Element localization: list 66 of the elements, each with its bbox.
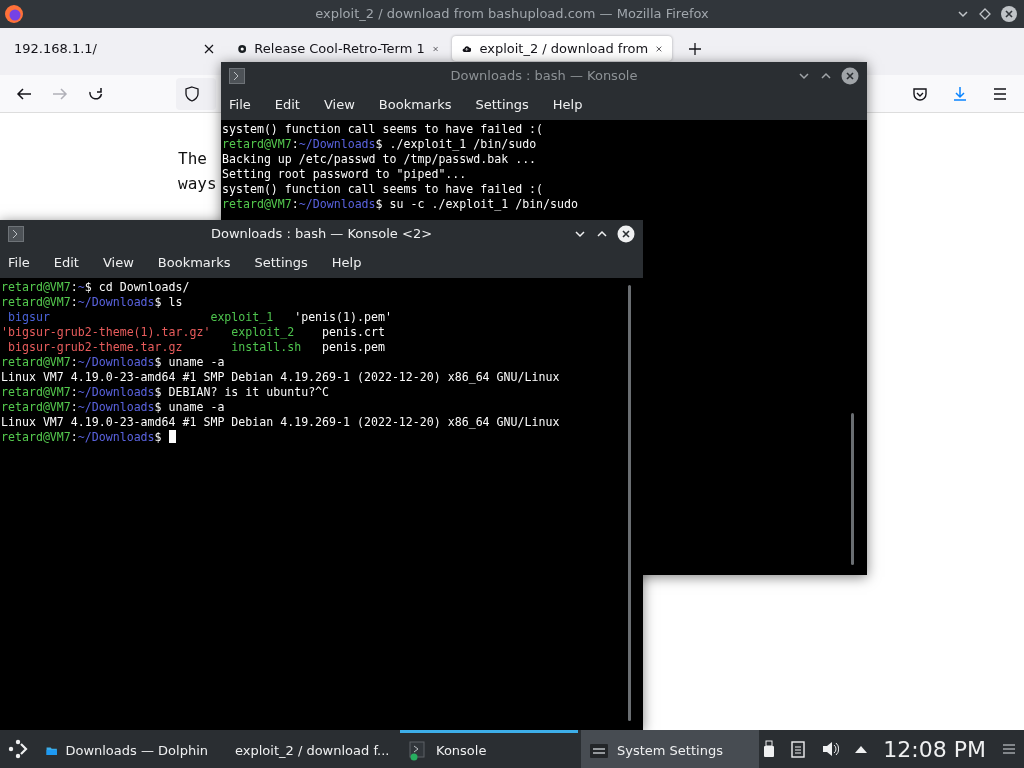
browser-tab[interactable]: exploit_2 / download from xyxy=(452,36,672,61)
plus-icon[interactable] xyxy=(688,42,702,56)
scrollbar[interactable] xyxy=(628,285,631,721)
menu-item[interactable]: File xyxy=(229,95,251,115)
terminal-line: Setting root password to "piped"... xyxy=(222,167,468,182)
page-text: ways xyxy=(178,174,217,193)
page-text: The xyxy=(178,149,207,168)
volume-icon[interactable] xyxy=(821,740,840,758)
back-icon[interactable] xyxy=(16,85,32,102)
menu-item[interactable]: View xyxy=(323,95,355,115)
window-title: Downloads : bash — Konsole xyxy=(450,67,638,86)
terminal-icon xyxy=(408,740,428,761)
close-icon[interactable] xyxy=(617,225,635,243)
menu-item[interactable]: Help xyxy=(331,253,362,273)
terminal-icon xyxy=(8,226,24,242)
browser-tab[interactable]: Release Cool-Retro-Term 1 xyxy=(228,36,448,61)
menu-item[interactable]: Settings xyxy=(475,95,529,115)
window-title: Downloads : bash — Konsole <2> xyxy=(210,225,433,244)
menu-item[interactable]: Settings xyxy=(254,253,308,273)
url-field[interactable] xyxy=(176,77,216,110)
caret-icon[interactable] xyxy=(855,745,868,753)
close-icon[interactable] xyxy=(1000,5,1018,23)
taskbar-task[interactable]: exploit_2 / download f... xyxy=(219,730,397,768)
window-title: exploit_2 / download from bashupload.com — Mozilla Firefox xyxy=(315,5,709,24)
menu-item[interactable]: Edit xyxy=(53,253,79,273)
scrollbar[interactable] xyxy=(851,413,854,565)
menu-icon[interactable] xyxy=(992,85,1008,102)
browser-tab[interactable]: 192.168.1.1/ xyxy=(4,36,224,61)
terminal-line: retard@VM7:~/Downloads$ su -c ./exploit_1 /bin/sudo xyxy=(222,197,579,212)
launcher-icon[interactable] xyxy=(6,737,30,761)
terminal-line: retard@VM7:~/Downloads$ ./exploit_1 /bin/sudo xyxy=(222,137,538,152)
terminal-icon xyxy=(229,68,245,84)
terminal-line: retard@VM7:~$ cd Downloads/ xyxy=(1,280,191,295)
clock[interactable]: 12:08 PM xyxy=(883,732,986,766)
terminal-line: retard@VM7:~/Downloads$ ls xyxy=(1,295,184,310)
shield-icon xyxy=(184,85,200,102)
menu-item[interactable]: Help xyxy=(552,95,583,115)
terminal-line: Backing up /etc/passwd to /tmp/passwd.bak ... xyxy=(222,152,538,167)
maximize-icon[interactable] xyxy=(978,7,992,21)
terminal-line: Linux VM7 4.19.0-23-amd64 #1 SMP Debian 4.19.269-1 (2022-12-20) x86_64 GNU/Linux xyxy=(1,370,561,385)
menu-item[interactable]: Bookmarks xyxy=(157,253,231,273)
terminal-line: bigsur exploit_1 'penis(1).pem' xyxy=(6,310,393,325)
menu-item[interactable]: File xyxy=(8,253,30,273)
pocket-icon[interactable] xyxy=(912,85,928,102)
taskbar-task[interactable]: System Settings xyxy=(581,730,759,768)
menu-item[interactable]: Bookmarks xyxy=(378,95,452,115)
download-icon[interactable] xyxy=(952,85,968,102)
clipboard-icon[interactable] xyxy=(791,740,806,758)
menu-icon[interactable] xyxy=(1002,742,1016,756)
firefox-logo-icon xyxy=(4,4,24,24)
terminal-line: retard@VM7:~/Downloads$ DEBIAN? is it ubuntu?^C xyxy=(1,385,331,400)
menu-item[interactable]: Edit xyxy=(274,95,300,115)
reload-icon[interactable] xyxy=(88,85,104,102)
terminal-line: system() function call seems to have failed :( xyxy=(222,122,545,137)
close-icon[interactable] xyxy=(204,43,214,54)
taskbar-task[interactable]: Konsole xyxy=(400,730,578,768)
usb-drive-icon[interactable] xyxy=(763,740,776,758)
terminal-line: Linux VM7 4.19.0-23-amd64 #1 SMP Debian 4.19.269-1 (2022-12-20) x86_64 GNU/Linux xyxy=(1,415,561,430)
menu-item[interactable]: View xyxy=(102,253,134,273)
terminal-line: retard@VM7:~/Downloads$ xyxy=(1,430,643,445)
terminal-line: retard@VM7:~/Downloads$ uname -a xyxy=(1,355,226,370)
terminal-line: bigsur-grub2-theme.tar.gz install.sh penis.pem xyxy=(6,340,386,355)
terminal-line: system() function call seems to have failed :( xyxy=(222,182,545,197)
terminal-line: retard@VM7:~/Downloads$ uname -a xyxy=(1,400,226,415)
taskbar-task[interactable]: Downloads — Dolphin xyxy=(38,730,216,768)
terminal-line: 'bigsur-grub2-theme(1).tar.gz' exploit_2 penis.crt xyxy=(1,325,386,340)
